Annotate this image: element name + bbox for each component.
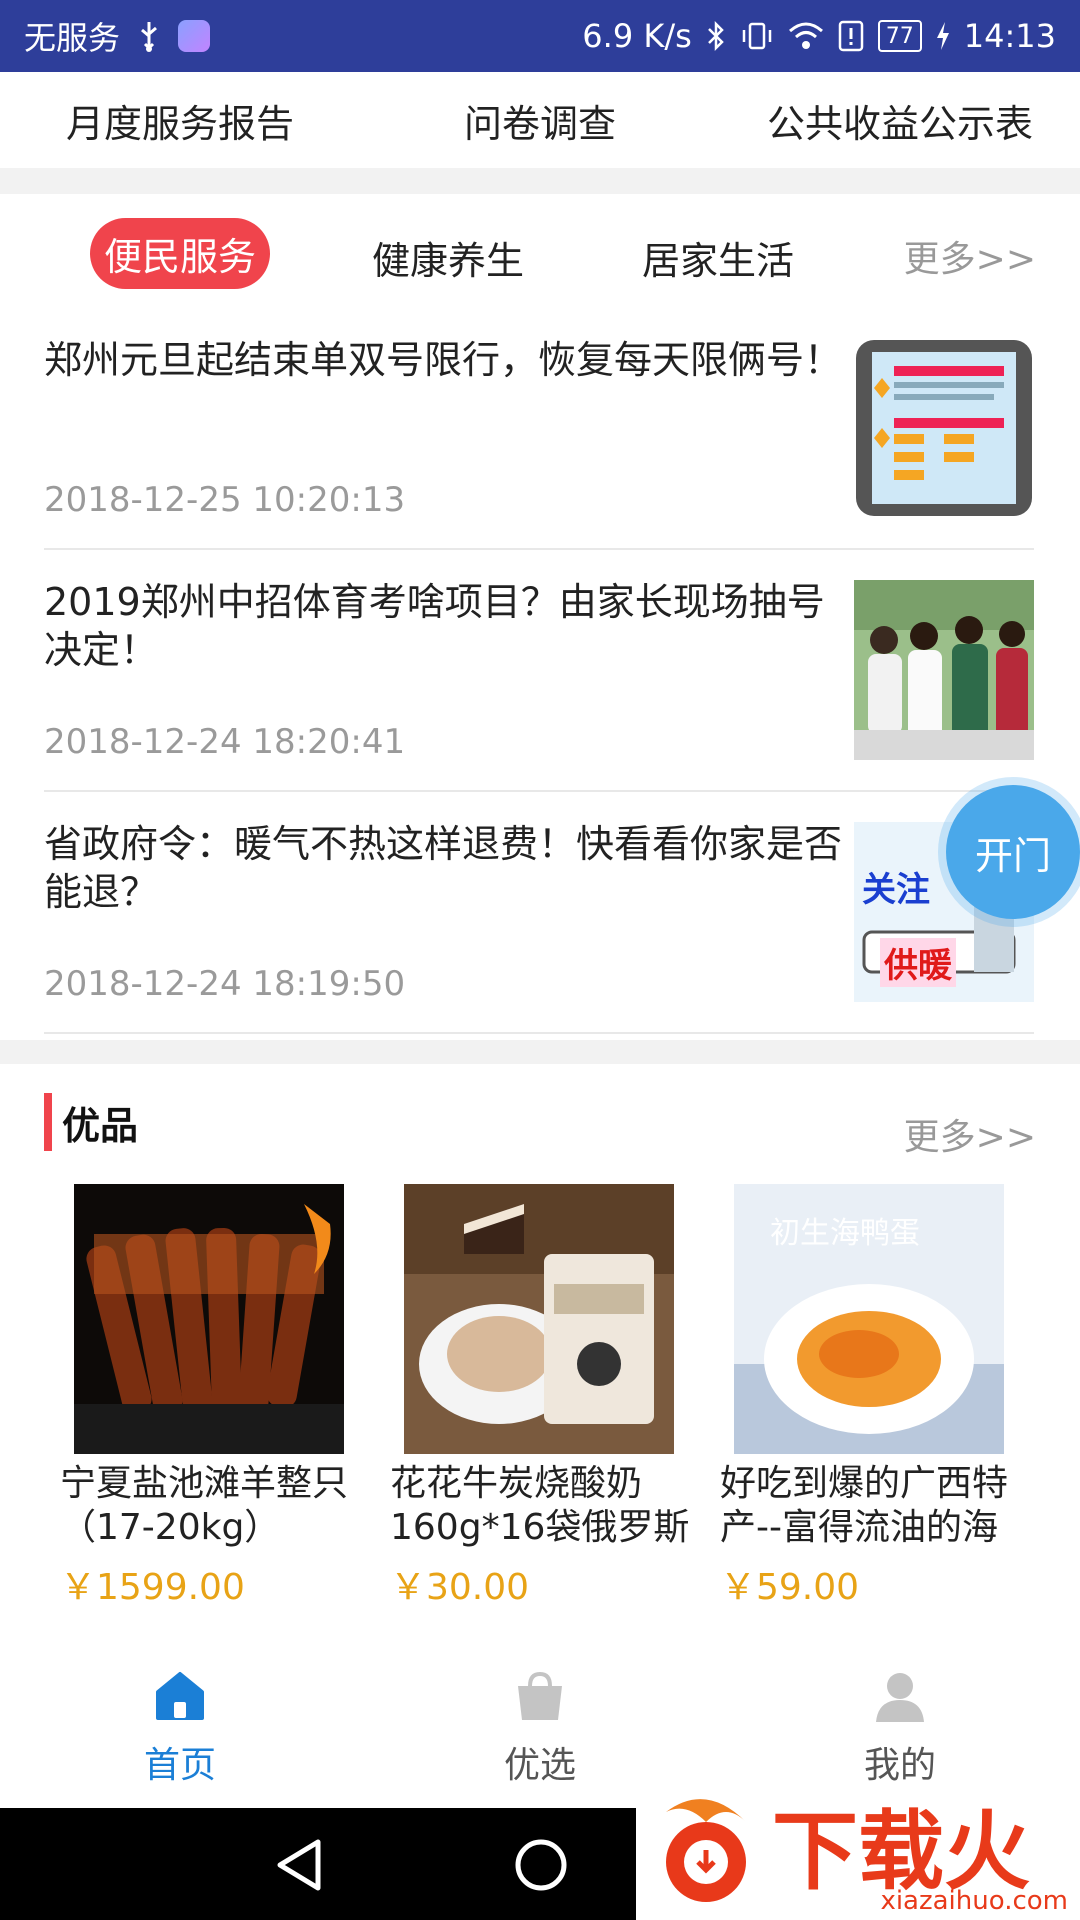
- product-card[interactable]: 初生海鸭蛋 好吃到爆的广西特产--富得流油的海 ￥59.00: [720, 1184, 1020, 1610]
- user-icon: [872, 1668, 928, 1724]
- news-title: 省政府令：暖气不热这样退费！快看看你家是否能退？: [44, 822, 843, 914]
- vibrate-icon: [740, 20, 774, 52]
- news-thumbnail: [854, 580, 1034, 760]
- bottom-nav: 首页 优选 我的: [0, 1622, 1080, 1808]
- news-section: 便民服务 健康养生 居家生活 更多>> 郑州元旦起结束单双号限行，恢复每天限俩号…: [0, 194, 1080, 1040]
- news-title: 2019郑州中招体育考啥项目？由家长现场抽号决定！: [44, 580, 825, 672]
- nav-selected[interactable]: 优选: [360, 1622, 720, 1808]
- products-title: 优品: [62, 1103, 139, 1148]
- link-monthly-report[interactable]: 月度服务报告: [0, 93, 360, 148]
- product-name: 好吃到爆的广西特产--富得流油的海: [720, 1463, 1009, 1548]
- news-date: 2018-12-24 18:19:50: [44, 964, 406, 1004]
- charging-icon: [936, 22, 950, 50]
- nav-home[interactable]: 首页: [0, 1622, 360, 1808]
- products-more-link[interactable]: 更多>>: [904, 1108, 1036, 1160]
- nav-mine-label: 我的: [863, 1745, 936, 1786]
- section-accent-bar: [44, 1093, 52, 1151]
- product-name: 花花牛炭烧酸奶160g*16袋俄罗斯: [390, 1463, 690, 1548]
- news-item[interactable]: 省政府令：暖气不热这样退费！快看看你家是否能退？ 2018-12-24 18:1…: [44, 802, 1034, 1034]
- news-item[interactable]: 郑州元旦起结束单双号限行，恢复每天限俩号！ 2018-12-25 10:20:1…: [44, 318, 1034, 550]
- net-speed: 6.9 K/s: [582, 17, 692, 55]
- products-section: 优品 更多>> 宁夏盐池滩羊整只（17-20kg） ￥1599.00 花花牛炭烧…: [0, 1064, 1080, 1622]
- product-price: ￥30.00: [390, 1567, 530, 1608]
- bluetooth-icon: [706, 20, 726, 52]
- top-links: 月度服务报告 问卷调查 公共收益公示表: [0, 72, 1080, 168]
- news-more-link[interactable]: 更多>>: [904, 230, 1036, 282]
- watermark: 下载火 xiazaihuo.com: [636, 1784, 1080, 1920]
- home-circle-icon[interactable]: [514, 1838, 568, 1896]
- news-title: 郑州元旦起结束单双号限行，恢复每天限俩号！: [44, 338, 843, 382]
- alert-icon: [838, 20, 864, 52]
- tab-health[interactable]: 健康养生: [372, 230, 524, 285]
- back-icon[interactable]: [274, 1838, 324, 1896]
- nav-mine[interactable]: 我的: [720, 1622, 1080, 1808]
- product-price: ￥59.00: [720, 1567, 860, 1608]
- product-image: [74, 1184, 344, 1454]
- news-date: 2018-12-25 10:20:13: [44, 480, 406, 520]
- news-date: 2018-12-24 18:20:41: [44, 722, 406, 762]
- product-price: ￥1599.00: [60, 1567, 245, 1608]
- shopping-bag-icon: [512, 1668, 568, 1724]
- thumb-text-heating: 供暖: [880, 938, 956, 987]
- thumb-text-follow: 关注: [862, 870, 930, 910]
- status-bar: 无服务 6.9 K/s 77 14:13: [0, 0, 1080, 72]
- wifi-icon: [788, 21, 824, 51]
- product-name: 宁夏盐池滩羊整只（17-20kg）: [60, 1463, 349, 1548]
- usb-icon: [136, 20, 162, 52]
- battery-indicator: 77: [877, 20, 922, 52]
- watermark-text: 下载火: [772, 1802, 1030, 1902]
- product-card[interactable]: 花花牛炭烧酸奶160g*16袋俄罗斯 ￥30.00: [390, 1184, 690, 1610]
- app-notification-icon: [178, 20, 211, 52]
- tab-home-life[interactable]: 居家生活: [642, 230, 794, 285]
- carrier-text: 无服务: [24, 19, 121, 57]
- news-thumbnail: [854, 338, 1034, 518]
- watermark-url: xiazaihuo.com: [880, 1886, 1068, 1916]
- link-survey[interactable]: 问卷调查: [360, 93, 720, 148]
- clock: 14:13: [963, 17, 1056, 55]
- open-door-button[interactable]: 开门: [946, 785, 1080, 919]
- product-image-text: 初生海鸭蛋: [770, 1216, 920, 1251]
- watermark-logo: [646, 1792, 766, 1912]
- product-card[interactable]: 宁夏盐池滩羊整只（17-20kg） ￥1599.00: [60, 1184, 360, 1610]
- nav-home-label: 首页: [143, 1745, 216, 1786]
- product-image: [404, 1184, 674, 1454]
- news-tabs: 便民服务 健康养生 居家生活 更多>>: [0, 194, 1080, 318]
- product-image: 初生海鸭蛋: [734, 1184, 1004, 1454]
- news-item[interactable]: 2019郑州中招体育考啥项目？由家长现场抽号决定！ 2018-12-24 18:…: [44, 560, 1034, 792]
- nav-selected-label: 优选: [503, 1745, 576, 1786]
- link-public-income[interactable]: 公共收益公示表: [720, 93, 1080, 148]
- tab-convenience[interactable]: 便民服务: [90, 218, 271, 289]
- home-icon: [152, 1668, 208, 1724]
